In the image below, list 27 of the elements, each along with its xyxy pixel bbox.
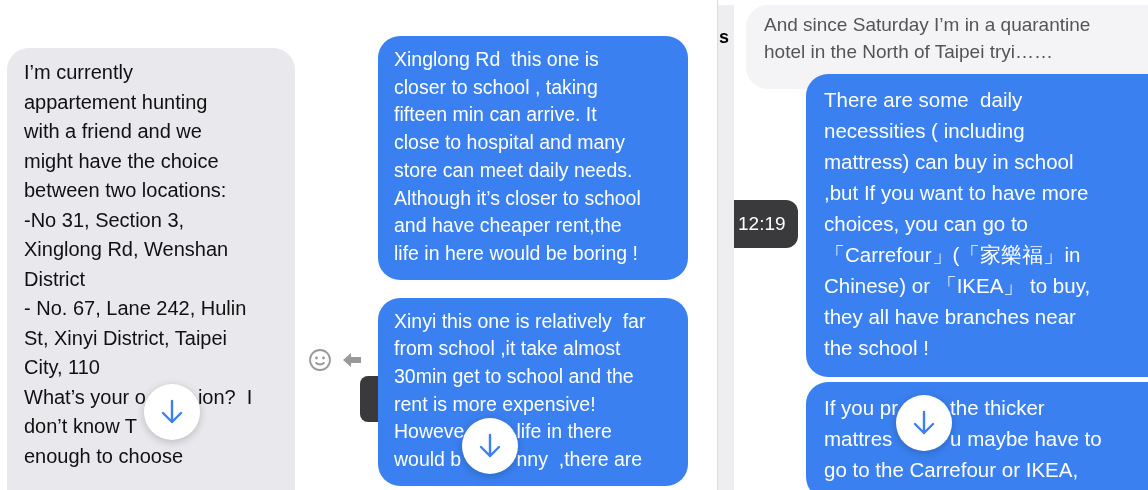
message-text: go to the Carrefour or IKEA, (824, 457, 1080, 483)
message-text: And since Saturday I’m in a quarantine hotel in the North of Taipei tryi…… (764, 13, 1092, 64)
message-text-fragment: mattres (824, 426, 894, 452)
message-text: Xinglong Rd this one is closer to school , taking fifteen min can arrive. It close to hospital and many store can meet daily needs. Although it’s closer to school and have cheaper rent,the life in here would be boring ! (394, 47, 642, 266)
message-text-fragment: Howeve (394, 419, 465, 445)
message-text-fragment: If you pr (824, 395, 899, 421)
message-text-fragment: don’t know T (24, 414, 139, 439)
message-text: enough to choose (24, 443, 185, 469)
message-text-fragment: u maybe have to (950, 426, 1102, 452)
scroll-down-button[interactable] (143, 384, 200, 440)
smiley-icon[interactable] (308, 347, 332, 372)
message-text-fragment: the thicker (950, 395, 1046, 421)
down-arrow-icon (159, 399, 184, 425)
sidebar-text-fragment: s (719, 27, 730, 47)
down-arrow-icon (478, 433, 503, 460)
scroll-down-button[interactable] (462, 418, 519, 475)
message-text: Xinyi this one is relatively far from school ,it take almost 30min get to school and the rent is more expensive! (394, 308, 647, 417)
message-text-fragment: life in there (516, 419, 613, 445)
message-text: There are some daily necessities ( including mattress) can buy in school ,but If you want to have more choices, you can go to 「Carrefour」(「家樂福」in Chinese) or 「IKEA」 to buy, they all have branches near the school ! (824, 87, 1092, 361)
timestamp-tooltip: 12:19 (734, 200, 798, 248)
down-arrow-icon (912, 410, 937, 436)
message-text-fragment: would b (394, 447, 463, 473)
tooltip-edge (360, 375, 378, 422)
reply-icon[interactable] (342, 350, 362, 369)
message-text-fragment: nny ,there are (516, 447, 643, 473)
message-text-fragment: What’s your o (24, 384, 146, 410)
message-text-fragment: ion? I (197, 384, 253, 410)
